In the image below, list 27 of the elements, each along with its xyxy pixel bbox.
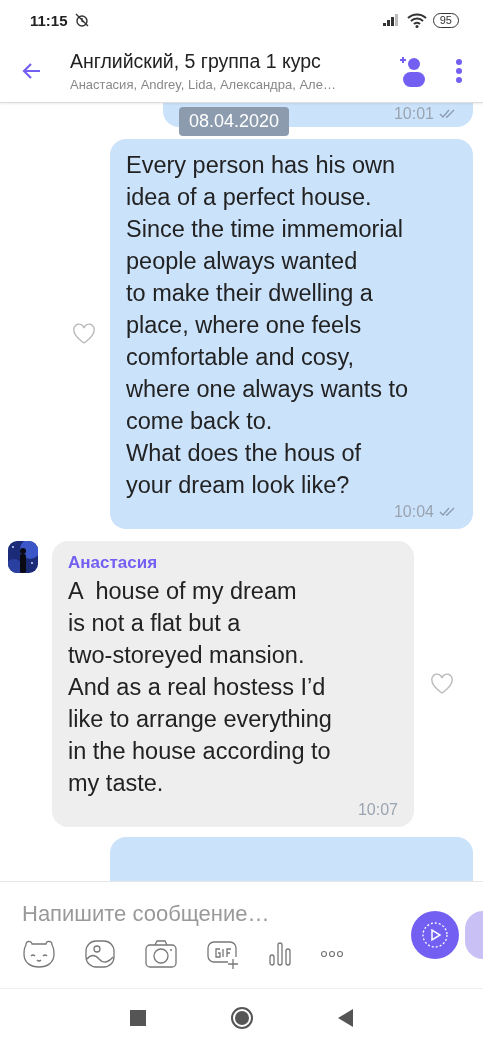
more-icon[interactable] [320, 950, 344, 958]
signal-icon [382, 14, 401, 26]
play-icon [420, 920, 450, 950]
date-chip: 08.04.2020 [179, 107, 290, 136]
camera-icon[interactable] [144, 939, 178, 969]
add-participant-icon[interactable] [397, 54, 427, 88]
back-icon[interactable] [337, 1009, 354, 1027]
voice-bars-icon[interactable] [268, 939, 292, 969]
more-options-icon[interactable] [455, 58, 463, 84]
message-time: 10:04 [393, 503, 434, 521]
message-input[interactable]: Напишите сообщение… [22, 901, 402, 927]
alarm-off-icon [73, 12, 90, 28]
message-time: 10:01 [393, 105, 434, 123]
video-message-button[interactable] [411, 911, 459, 959]
message-text: Every person has his own idea of a perfect house. Since the time immemorial people always wanted to make their dwelling a place, where one feels comfortable and cosy, where one always wants to come back to. What does the hous of your dream look like? [126, 151, 410, 500]
message-time: 10:07 [357, 801, 398, 819]
message-text: A house of my dream is not a flat but a two-storeyed mansion. And as a real hostess I’d like to arrange everything in the house according to my taste. [68, 577, 333, 798]
chat-title[interactable]: Английский, 5 группа 1 курс [70, 50, 387, 73]
gallery-icon[interactable] [84, 939, 116, 969]
wifi-icon [406, 12, 427, 28]
sender-name: Анастасия [68, 553, 159, 573]
home-icon[interactable] [229, 1006, 254, 1030]
gif-icon[interactable] [206, 939, 240, 969]
sticker-icon[interactable] [22, 939, 56, 969]
recents-icon[interactable] [129, 1010, 146, 1026]
status-time: 11:15 [30, 11, 68, 29]
chat-members[interactable]: Анастасия, Andrey, Lida, Александра, Але… [70, 77, 387, 92]
